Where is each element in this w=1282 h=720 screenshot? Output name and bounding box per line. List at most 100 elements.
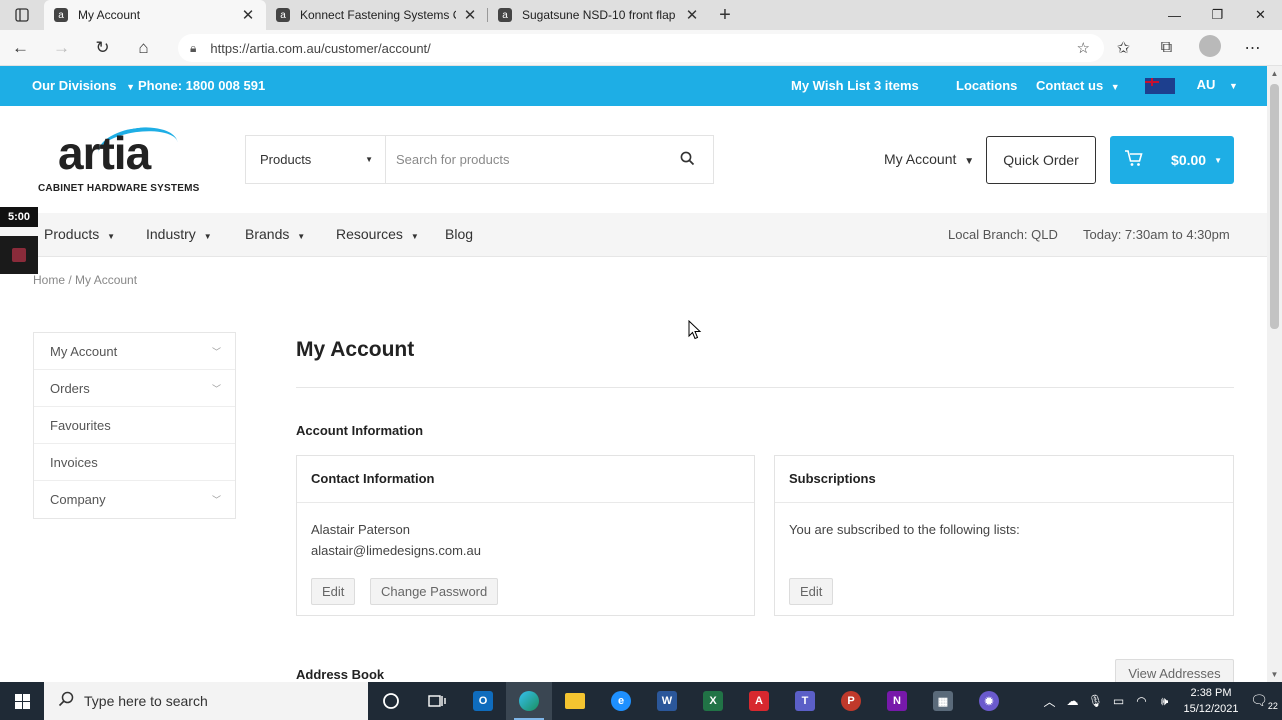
edit-contact-button[interactable]: Edit xyxy=(311,578,356,605)
favorites-icon[interactable]: ✩ xyxy=(1102,38,1145,58)
logo-tagline: CABINET HARDWARE SYSTEMS xyxy=(38,183,200,194)
address-book-heading: Address Book xyxy=(296,667,385,682)
search-input[interactable] xyxy=(396,152,656,167)
task-view-icon[interactable] xyxy=(414,682,460,720)
nav-label: Industry xyxy=(146,226,196,242)
my-account-dropdown[interactable]: My Account ▼ xyxy=(884,151,974,167)
our-divisions-label: Our Divisions xyxy=(32,78,117,93)
wifi-icon[interactable]: ◠ xyxy=(1130,694,1153,708)
home-icon[interactable]: ⌂ xyxy=(123,30,164,66)
country-code: AU xyxy=(1196,77,1216,92)
windows-logo-icon xyxy=(14,693,30,709)
clock-time: 2:38 PM xyxy=(1190,687,1232,699)
settings-gear-icon[interactable]: ✹ xyxy=(966,682,1012,720)
profile-avatar[interactable] xyxy=(1188,34,1231,62)
calculator-icon[interactable]: ▦ xyxy=(920,682,966,720)
scrollbar-thumb[interactable] xyxy=(1270,84,1279,329)
nav-resources[interactable]: Resources ▼ xyxy=(336,226,419,242)
our-divisions-dropdown[interactable]: Our Divisions ▼ xyxy=(32,78,135,93)
change-password-button[interactable]: Change Password xyxy=(370,578,499,605)
taskbar-search-box[interactable]: Type here to search xyxy=(44,682,368,720)
artia-logo[interactable]: artia CABINET HARDWARE SYSTEMS xyxy=(38,122,200,196)
collections-icon[interactable]: ⧉ xyxy=(1145,39,1188,57)
cart-total: $0.00 xyxy=(1171,152,1207,168)
close-window-icon[interactable]: ✕ xyxy=(1239,0,1282,30)
sidebar-item-orders[interactable]: Orders ﹀ xyxy=(34,370,235,407)
settings-more-icon[interactable]: ⋯ xyxy=(1231,38,1274,58)
chevron-down-icon: ﹀ xyxy=(211,383,221,394)
caret-down-icon: ▼ xyxy=(126,82,136,92)
search-icon xyxy=(58,691,74,712)
refresh-icon[interactable]: ↻ xyxy=(82,30,123,66)
acrobat-icon[interactable]: A xyxy=(736,682,782,720)
url-text[interactable]: https://artia.com.au/customer/account/ xyxy=(210,41,430,56)
wishlist-link[interactable]: My Wish List 3 items xyxy=(791,78,919,93)
address-bar[interactable]: 🔒︎ https://artia.com.au/customer/account… xyxy=(178,34,1104,62)
forward-arrow-icon[interactable]: → xyxy=(41,30,82,66)
sidebar-item-my-account[interactable]: My Account ﹀ xyxy=(34,333,235,370)
word-icon[interactable]: W xyxy=(644,682,690,720)
browser-tab-konnect[interactable]: a Konnect Fastening Systems Cons ✕ xyxy=(266,0,488,30)
new-tab-plus-icon[interactable]: + xyxy=(710,0,740,30)
start-windows-icon[interactable] xyxy=(0,682,44,720)
breadcrumb-home-link[interactable]: Home xyxy=(33,273,65,287)
notification-center-icon[interactable]: 🗨︎22 xyxy=(1246,692,1282,711)
restore-icon[interactable]: ❐ xyxy=(1196,0,1239,30)
add-favorite-star-icon[interactable]: ☆ xyxy=(1077,39,1090,57)
excel-icon[interactable]: X xyxy=(690,682,736,720)
back-arrow-icon[interactable]: ← xyxy=(0,30,41,66)
search-category-select[interactable]: Products ▼ xyxy=(246,136,386,183)
cortana-icon[interactable] xyxy=(368,682,414,720)
edit-subscriptions-button[interactable]: Edit xyxy=(789,578,834,605)
scroll-up-arrow-icon[interactable]: ▲ xyxy=(1267,69,1282,78)
stop-recording-button[interactable] xyxy=(0,236,38,274)
contact-us-dropdown[interactable]: Contact us ▼ xyxy=(1036,78,1120,93)
cart-button[interactable]: $0.00 ▼ xyxy=(1110,136,1234,184)
taskbar-clock[interactable]: 2:38 PM 15/12/2021 xyxy=(1176,685,1246,717)
caret-down-icon: ▼ xyxy=(964,156,975,167)
locations-link[interactable]: Locations xyxy=(956,78,1017,93)
search-icon[interactable] xyxy=(680,151,695,170)
browser-tab-my-account[interactable]: a My Account ✕ xyxy=(44,0,266,30)
close-tab-icon[interactable]: ✕ xyxy=(240,6,256,24)
caret-down-icon: ▼ xyxy=(1229,81,1238,91)
onedrive-cloud-icon[interactable]: ☁ xyxy=(1061,694,1084,708)
sidebar-item-label: Favourites xyxy=(50,417,111,433)
view-addresses-button[interactable]: View Addresses xyxy=(1115,659,1234,682)
tab-actions-icon[interactable] xyxy=(0,0,44,30)
browser-tab-sugatsune[interactable]: a Sugatsune NSD-10 front flap sta ✕ xyxy=(488,0,710,30)
phone-number[interactable]: Phone: 1800 008 591 xyxy=(138,78,265,93)
show-hidden-icons-chevron-icon[interactable]: ︿ xyxy=(1038,693,1061,710)
nav-industry[interactable]: Industry ▼ xyxy=(146,226,212,242)
country-selector[interactable]: AU ▼ xyxy=(1145,77,1238,94)
close-tab-icon[interactable]: ✕ xyxy=(684,6,700,24)
minimize-icon[interactable]: — xyxy=(1153,0,1196,30)
lock-icon[interactable]: 🔒︎ xyxy=(190,41,196,56)
nav-label: Resources xyxy=(336,226,403,242)
page-scrollbar[interactable]: ▲ ▼ xyxy=(1267,66,1282,682)
edge-icon[interactable] xyxy=(506,682,552,720)
nav-label: Brands xyxy=(245,226,290,242)
file-explorer-icon[interactable] xyxy=(552,682,598,720)
app-pin-icon[interactable]: P xyxy=(828,682,874,720)
logo-wordmark: artia xyxy=(58,127,151,179)
battery-icon[interactable]: ▭ xyxy=(1107,694,1130,708)
sidebar-item-invoices[interactable]: Invoices xyxy=(34,444,235,481)
scroll-down-arrow-icon[interactable]: ▼ xyxy=(1267,670,1282,679)
sidebar-item-company[interactable]: Company ﹀ xyxy=(34,481,235,518)
tab-title: Sugatsune NSD-10 front flap sta xyxy=(522,8,678,22)
nav-blog[interactable]: Blog xyxy=(445,226,473,242)
sidebar-item-favourites[interactable]: Favourites xyxy=(34,407,235,444)
page-viewport: Our Divisions ▼ Phone: 1800 008 591 My W… xyxy=(0,66,1282,682)
outlook-icon[interactable]: O xyxy=(460,682,506,720)
internet-explorer-icon[interactable]: e xyxy=(598,682,644,720)
onenote-icon[interactable]: N xyxy=(874,682,920,720)
microphone-icon[interactable]: 🎙︎ xyxy=(1084,694,1107,708)
nav-products[interactable]: Products ▼ xyxy=(44,226,115,242)
close-tab-icon[interactable]: ✕ xyxy=(462,6,478,24)
volume-icon[interactable]: 🕪︎ xyxy=(1153,694,1176,709)
quick-order-button[interactable]: Quick Order xyxy=(986,136,1096,184)
sidebar-item-label: My Account xyxy=(50,343,118,359)
nav-brands[interactable]: Brands ▼ xyxy=(245,226,305,242)
teams-icon[interactable]: T xyxy=(782,682,828,720)
